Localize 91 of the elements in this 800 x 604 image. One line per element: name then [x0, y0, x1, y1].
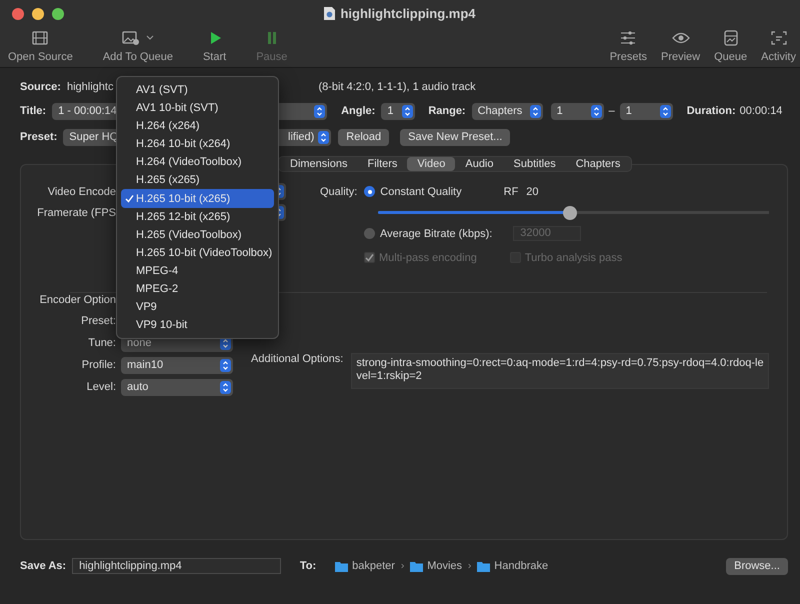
- field-label: Additional Options:: [251, 353, 344, 365]
- field-label: Framerate (FPS: [36, 206, 116, 218]
- tab[interactable]: Dimensions: [280, 157, 358, 171]
- toolbar-button[interactable]: Presets: [610, 28, 647, 67]
- tab[interactable]: Audio: [455, 157, 504, 171]
- chevron-icon: [318, 130, 330, 144]
- preset-button[interactable]: Reload: [338, 128, 390, 146]
- range-separator: –: [608, 105, 615, 117]
- menu-item[interactable]: H.265 (x265): [121, 171, 274, 190]
- menu-item[interactable]: AV1 10-bit (SVT): [121, 99, 274, 118]
- chevron-icon: [660, 104, 671, 118]
- path-item[interactable]: Movies: [410, 560, 462, 572]
- folder-icon: [335, 560, 348, 572]
- range-popup[interactable]: Chapters: [472, 102, 543, 120]
- field-label: Source:: [20, 81, 61, 93]
- toolbar-button[interactable]: Start: [202, 28, 226, 67]
- chevron-icon: [530, 104, 541, 118]
- folder-icon: [477, 560, 490, 572]
- radio-button[interactable]: Constant Quality: [364, 186, 462, 198]
- option-popup[interactable]: auto: [121, 378, 233, 396]
- additional-options-field[interactable]: strong-intra-smoothing=0:rect=0:aq-mode=1:rd=4:psy-rd=0.75:psy-rdoq=4.0:rdoq-level=1:rskip=2: [351, 353, 770, 389]
- browse-button[interactable]: Browse...: [726, 558, 788, 574]
- menu-item[interactable]: H.265 10-bit (x265): [121, 189, 274, 208]
- chevron-right-icon: [468, 562, 472, 570]
- tab[interactable]: Filters: [357, 157, 408, 171]
- field-label: Tune:: [87, 337, 116, 349]
- menu-item[interactable]: VP9: [121, 298, 274, 316]
- toolbar-button[interactable]: Add To Queue: [102, 28, 173, 67]
- field-label: Profile:: [80, 359, 116, 371]
- tray-icon: [722, 30, 740, 46]
- menu-item[interactable]: AV1 (SVT): [121, 81, 274, 100]
- chevron-icon: [590, 104, 602, 118]
- minimize-button[interactable]: [32, 8, 44, 20]
- zoom-button[interactable]: [52, 8, 64, 20]
- rf-label: RF: [504, 186, 518, 198]
- rf-value: 20: [526, 186, 539, 198]
- filename-field[interactable]: highlightclipping.mp4: [72, 558, 281, 574]
- field-label: Duration:: [686, 105, 736, 117]
- film-icon: [31, 30, 50, 46]
- menu-item[interactable]: MPEG-4: [121, 262, 274, 280]
- range-end-popup[interactable]: 1: [620, 102, 673, 120]
- field-label: Save As:: [20, 560, 66, 572]
- duration-value: 00:00:14: [740, 105, 782, 117]
- window-title: highlightclipping.mp4: [340, 6, 476, 21]
- menu-item[interactable]: H.265 12-bit (x265): [121, 208, 274, 226]
- field-label: Level:: [86, 381, 116, 393]
- toolbar-button[interactable]: Queue: [714, 28, 748, 67]
- document-icon: [324, 7, 336, 20]
- chevron-right-icon: [400, 562, 404, 570]
- field-label: To:: [300, 560, 316, 572]
- field-label: Preset:: [80, 315, 116, 327]
- range-start-popup[interactable]: 1: [550, 102, 604, 120]
- angle-popup[interactable]: 1: [381, 102, 416, 120]
- field-label: Quality:: [320, 186, 358, 198]
- tab[interactable]: Video: [407, 157, 456, 171]
- close-button[interactable]: [12, 8, 24, 20]
- sliders-icon: [619, 30, 638, 46]
- tab[interactable]: Subtitles: [504, 157, 566, 171]
- activity-icon: [770, 30, 788, 46]
- menu-item[interactable]: H.264 (x264): [121, 117, 274, 136]
- toolbar-button[interactable]: Preview: [661, 28, 700, 67]
- folder-icon: [410, 560, 424, 572]
- source-name: highlightc: [66, 81, 114, 93]
- menu-item[interactable]: H.265 10-bit (VideoToolbox): [121, 244, 274, 262]
- path-item[interactable]: bakpeter: [335, 560, 395, 572]
- preset-button[interactable]: Save New Preset...: [400, 128, 510, 146]
- chevron-icon: [220, 380, 231, 394]
- checkmark-icon: [125, 194, 134, 203]
- menu-item[interactable]: H.265 (VideoToolbox): [121, 226, 274, 244]
- option-popup[interactable]: main10: [121, 356, 233, 374]
- menu-item[interactable]: VP9 10-bit: [121, 316, 274, 334]
- chevron-icon: [220, 358, 231, 372]
- menu-item[interactable]: H.264 10-bit (x264): [121, 135, 274, 154]
- menu-item[interactable]: MPEG-2: [121, 280, 274, 298]
- photo-icon: [122, 30, 140, 46]
- chevron-icon: [314, 104, 326, 118]
- toolbar-button[interactable]: Open Source: [8, 28, 73, 67]
- field-label: Range:: [428, 105, 466, 117]
- field-label: Angle:: [341, 105, 376, 117]
- path-item[interactable]: Handbrake: [477, 560, 548, 572]
- field-label: Preset:: [20, 131, 58, 143]
- section-label: Encoder Option: [38, 294, 116, 306]
- tab[interactable]: Chapters: [566, 157, 630, 171]
- chevron-icon: [402, 104, 414, 118]
- checkmark-icon: [365, 253, 374, 262]
- eye-icon: [672, 30, 690, 46]
- menu-item[interactable]: H.264 (VideoToolbox): [121, 153, 274, 172]
- toolbar-button[interactable]: Activity: [761, 28, 796, 67]
- field-label: Video Encode: [46, 186, 116, 198]
- field-label: Title:: [20, 105, 46, 117]
- source-info: (8-bit 4:2:0, 1-1-1), 1 audio track: [318, 81, 476, 93]
